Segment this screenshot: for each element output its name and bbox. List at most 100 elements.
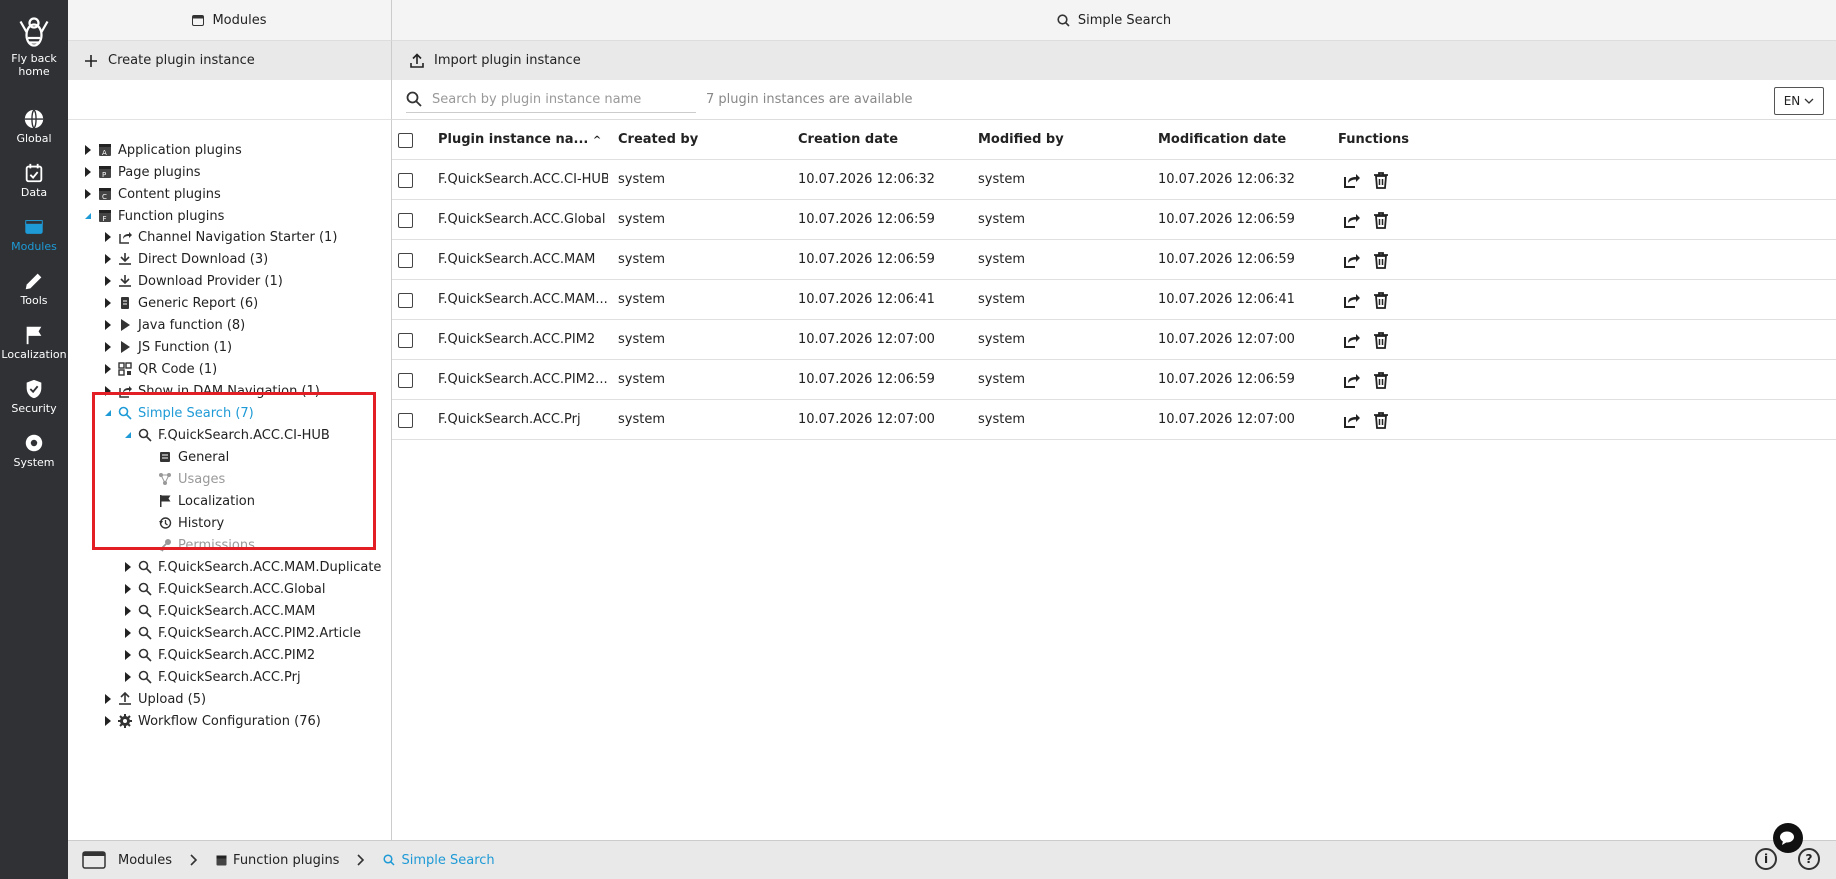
- export-icon[interactable]: [1342, 371, 1360, 389]
- table-row[interactable]: F.QuickSearch.ACC.PIM2.... system 10.07.…: [392, 360, 1836, 400]
- cell-modification-date: 10.07.2026 12:06:59: [1158, 252, 1295, 267]
- export-icon[interactable]: [1342, 251, 1360, 269]
- trash-icon[interactable]: [1372, 411, 1390, 429]
- fly-back-home-button[interactable]: Fly back home: [0, 14, 68, 78]
- import-plugin-instance-button[interactable]: Import plugin instance: [392, 41, 1836, 80]
- general-icon: [160, 452, 170, 462]
- row-checkbox[interactable]: [398, 413, 413, 428]
- tree-item-function-0[interactable]: Channel Navigation Starter (1): [104, 227, 337, 247]
- tree-item-top-3[interactable]: F Function plugins: [84, 206, 224, 226]
- tree-item-instance-ci-hub[interactable]: F.QuickSearch.ACC.CI-HUB: [124, 425, 330, 445]
- col-header-modification-date[interactable]: Modification date: [1158, 132, 1286, 147]
- help-button[interactable]: ?: [1798, 848, 1820, 870]
- info-button[interactable]: i: [1755, 848, 1777, 870]
- search-input[interactable]: [432, 91, 682, 107]
- search-icon: [138, 604, 152, 618]
- export-icon[interactable]: [1342, 331, 1360, 349]
- rail-item-global[interactable]: Global: [0, 108, 68, 145]
- export-icon[interactable]: [1342, 171, 1360, 189]
- chat-button[interactable]: [1773, 823, 1803, 853]
- row-checkbox[interactable]: [398, 173, 413, 188]
- tree-item-instance-5[interactable]: F.QuickSearch.ACC.Prj: [124, 667, 301, 687]
- tree-item-instance-4[interactable]: F.QuickSearch.ACC.PIM2: [124, 645, 315, 665]
- col-header-created-by[interactable]: Created by: [618, 132, 698, 147]
- rail-item-security[interactable]: Security: [0, 378, 68, 415]
- col-header-name[interactable]: Plugin instance na... ^: [438, 132, 601, 147]
- tree-item-instance-child-3[interactable]: History: [144, 513, 224, 533]
- tree-item-instance-3[interactable]: F.QuickSearch.ACC.PIM2.Article: [124, 623, 361, 643]
- export-icon[interactable]: [1342, 211, 1360, 229]
- tree-item-top-0[interactable]: A Application plugins: [84, 140, 242, 160]
- row-checkbox[interactable]: [398, 213, 413, 228]
- cell-modified-by: system: [978, 252, 1025, 267]
- expand-arrow-icon: [105, 386, 111, 396]
- col-header-creation-date[interactable]: Creation date: [798, 132, 898, 147]
- tree-item-label: Function plugins: [118, 208, 225, 224]
- export-icon[interactable]: [1342, 291, 1360, 309]
- tree-item-instance-child-4[interactable]: Permissions: [144, 535, 255, 555]
- plus-icon: [85, 54, 97, 67]
- tree-item-function-7[interactable]: Show in DAM Navigation (1): [104, 381, 320, 401]
- tree-item-instance-1[interactable]: F.QuickSearch.ACC.Global: [124, 579, 326, 599]
- tree-item-label: QR Code (1): [138, 361, 218, 377]
- tree-item-label: Channel Navigation Starter (1): [138, 229, 338, 245]
- tree-item-function-3[interactable]: Generic Report (6): [104, 293, 258, 313]
- tree-item-function-6[interactable]: QR Code (1): [104, 359, 217, 379]
- tree-item-function-4[interactable]: Java function (8): [104, 315, 245, 335]
- col-header-name-label: Plugin instance na...: [438, 132, 589, 147]
- rail-item-data[interactable]: Data: [0, 162, 68, 199]
- select-all-checkbox[interactable]: [398, 133, 413, 148]
- breadcrumb-function-plugins[interactable]: Function plugins: [216, 853, 339, 868]
- tree-item-after-0[interactable]: Upload (5): [104, 689, 206, 709]
- language-select[interactable]: EN: [1774, 87, 1824, 115]
- create-plugin-instance-button[interactable]: Create plugin instance: [68, 41, 392, 80]
- tree-item-label: JS Function (1): [138, 339, 233, 355]
- cell-modification-date: 10.07.2026 12:06:32: [1158, 172, 1295, 187]
- svg-text:F: F: [103, 215, 107, 223]
- right-panel-header: Simple Search: [392, 0, 1836, 41]
- cell-creation-date: 10.07.2026 12:07:00: [798, 332, 935, 347]
- tree-item-function-8[interactable]: Simple Search (7): [104, 403, 254, 423]
- export-icon[interactable]: [1342, 411, 1360, 429]
- table-row[interactable]: F.QuickSearch.ACC.Prj system 10.07.2026 …: [392, 400, 1836, 440]
- tree-item-function-5[interactable]: JS Function (1): [104, 337, 232, 357]
- table-row[interactable]: F.QuickSearch.ACC.PIM2 system 10.07.2026…: [392, 320, 1836, 360]
- tree-item-instance-child-0[interactable]: General: [144, 447, 229, 467]
- tree-item-after-1[interactable]: Workflow Configuration (76): [104, 711, 321, 731]
- trash-icon[interactable]: [1372, 291, 1390, 309]
- tree-item-top-2[interactable]: C Content plugins: [84, 184, 221, 204]
- row-checkbox[interactable]: [398, 333, 413, 348]
- tree-item-instance-2[interactable]: F.QuickSearch.ACC.MAM: [124, 601, 315, 621]
- left-panel-spacer: [68, 80, 392, 120]
- tree-item-function-2[interactable]: Download Provider (1): [104, 271, 283, 291]
- rail-item-system[interactable]: System: [0, 432, 68, 469]
- tree-item-instance-child-2[interactable]: Localization: [144, 491, 255, 511]
- trash-icon[interactable]: [1372, 171, 1390, 189]
- rail-item-localization[interactable]: Localization: [0, 324, 68, 361]
- trash-icon[interactable]: [1372, 331, 1390, 349]
- table-row[interactable]: F.QuickSearch.ACC.CI-HUB system 10.07.20…: [392, 160, 1836, 200]
- col-header-modified-by[interactable]: Modified by: [978, 132, 1064, 147]
- tree-item-instance-0[interactable]: F.QuickSearch.ACC.MAM.Duplicate: [124, 557, 381, 577]
- row-checkbox[interactable]: [398, 293, 413, 308]
- tree-item-label: Java function (8): [138, 317, 246, 333]
- tree-item-instance-child-1[interactable]: Usages: [144, 469, 225, 489]
- tree-item-function-1[interactable]: Direct Download (3): [104, 249, 268, 269]
- rail-item-tools[interactable]: Tools: [0, 270, 68, 307]
- breadcrumb-modules[interactable]: Modules: [82, 851, 172, 869]
- expand-arrow-icon: [125, 606, 131, 616]
- table-row[interactable]: F.QuickSearch.ACC.MAM.... system 10.07.2…: [392, 280, 1836, 320]
- table-row[interactable]: F.QuickSearch.ACC.MAM system 10.07.2026 …: [392, 240, 1836, 280]
- content-plugin-icon: C: [99, 188, 111, 201]
- breadcrumb-simple-search[interactable]: Simple Search: [383, 853, 495, 868]
- row-checkbox[interactable]: [398, 253, 413, 268]
- trash-icon[interactable]: [1372, 371, 1390, 389]
- trash-icon[interactable]: [1372, 211, 1390, 229]
- share-icon: [119, 386, 132, 398]
- tree-item-top-1[interactable]: P Page plugins: [84, 162, 201, 182]
- row-checkbox[interactable]: [398, 373, 413, 388]
- rail-item-modules[interactable]: Modules: [0, 216, 68, 253]
- table-row[interactable]: F.QuickSearch.ACC.Global system 10.07.20…: [392, 200, 1836, 240]
- trash-icon[interactable]: [1372, 251, 1390, 269]
